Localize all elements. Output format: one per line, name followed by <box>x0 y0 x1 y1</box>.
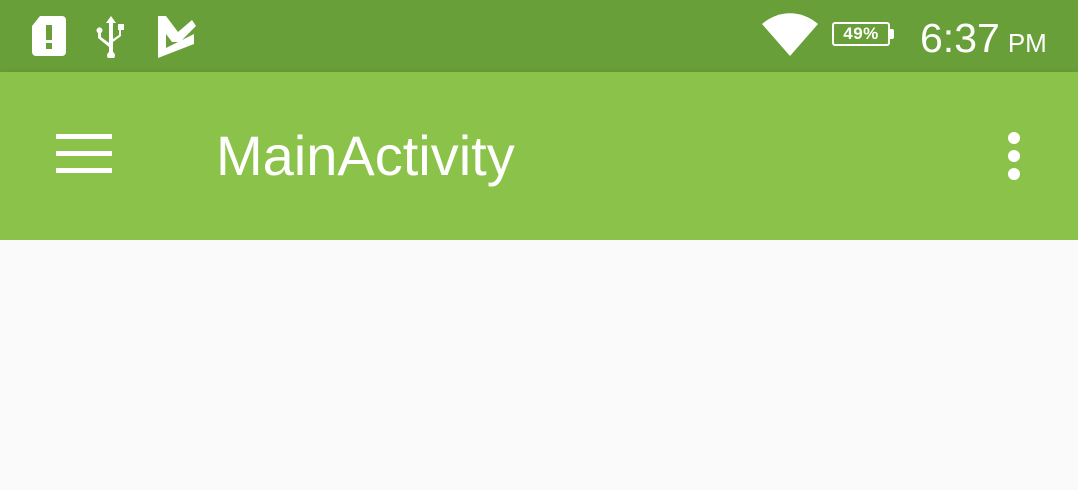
navigation-menu-button[interactable] <box>40 116 128 196</box>
app-bar: MainActivity <box>0 72 1078 240</box>
clock-time: 6:37 <box>920 15 1000 61</box>
status-clock: 6:37 PM <box>920 10 1047 66</box>
battery-level: 49% <box>843 24 879 43</box>
status-bar: 49% 6:37 PM <box>0 0 1078 72</box>
page-title: MainActivity <box>216 124 515 187</box>
overflow-menu-button[interactable] <box>988 124 1040 188</box>
check-icon <box>154 14 198 58</box>
main-content <box>0 240 1078 490</box>
battery-tip <box>890 29 894 39</box>
battery-icon: 49% <box>832 22 898 50</box>
sim-alert-icon <box>30 14 68 58</box>
clock-ampm: PM <box>1007 28 1047 58</box>
usb-icon <box>90 14 132 58</box>
wifi-icon <box>760 12 820 56</box>
